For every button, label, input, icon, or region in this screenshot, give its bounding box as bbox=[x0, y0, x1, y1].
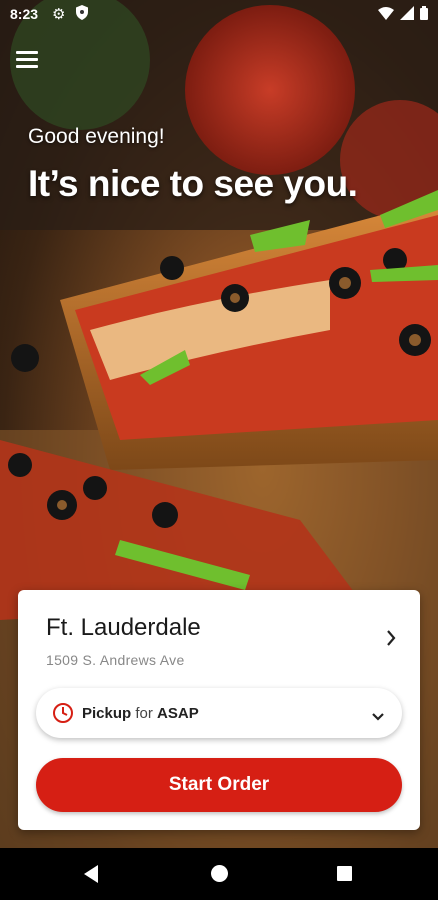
chevron-down-icon bbox=[372, 708, 384, 726]
system-nav-bar bbox=[0, 848, 438, 900]
order-mode: Pickup bbox=[82, 704, 132, 722]
gear-icon: ⚙ bbox=[52, 6, 66, 23]
start-order-button[interactable]: Start Order bbox=[36, 758, 402, 812]
chevron-right-icon bbox=[386, 630, 396, 651]
hamburger-menu-icon[interactable] bbox=[16, 51, 38, 71]
clock-icon bbox=[52, 702, 74, 724]
order-time: ASAP bbox=[157, 704, 199, 722]
status-bar: 8:23 ⚙ bbox=[0, 0, 438, 30]
recent-apps-icon[interactable] bbox=[337, 866, 352, 881]
order-mode-connector: for bbox=[135, 704, 153, 722]
greeting-text: Good evening! bbox=[28, 125, 165, 148]
order-card: Ft. Lauderdale 1509 S. Andrews Ave Picku… bbox=[18, 590, 420, 830]
order-mode-selector[interactable]: Pickup for ASAP bbox=[36, 688, 402, 738]
shield-icon bbox=[76, 5, 88, 23]
wifi-icon bbox=[378, 6, 394, 23]
order-mode-label: Pickup for ASAP bbox=[82, 705, 199, 722]
back-icon[interactable] bbox=[84, 865, 98, 883]
store-selector[interactable]: Ft. Lauderdale 1509 S. Andrews Ave bbox=[18, 590, 420, 676]
store-name: Ft. Lauderdale bbox=[46, 614, 201, 641]
status-time: 8:23 bbox=[10, 6, 39, 22]
battery-icon bbox=[420, 6, 428, 23]
home-icon[interactable] bbox=[211, 865, 228, 882]
page-title: It’s nice to see you. bbox=[28, 163, 358, 204]
signal-icon bbox=[400, 6, 414, 23]
store-address: 1509 S. Andrews Ave bbox=[46, 652, 185, 668]
